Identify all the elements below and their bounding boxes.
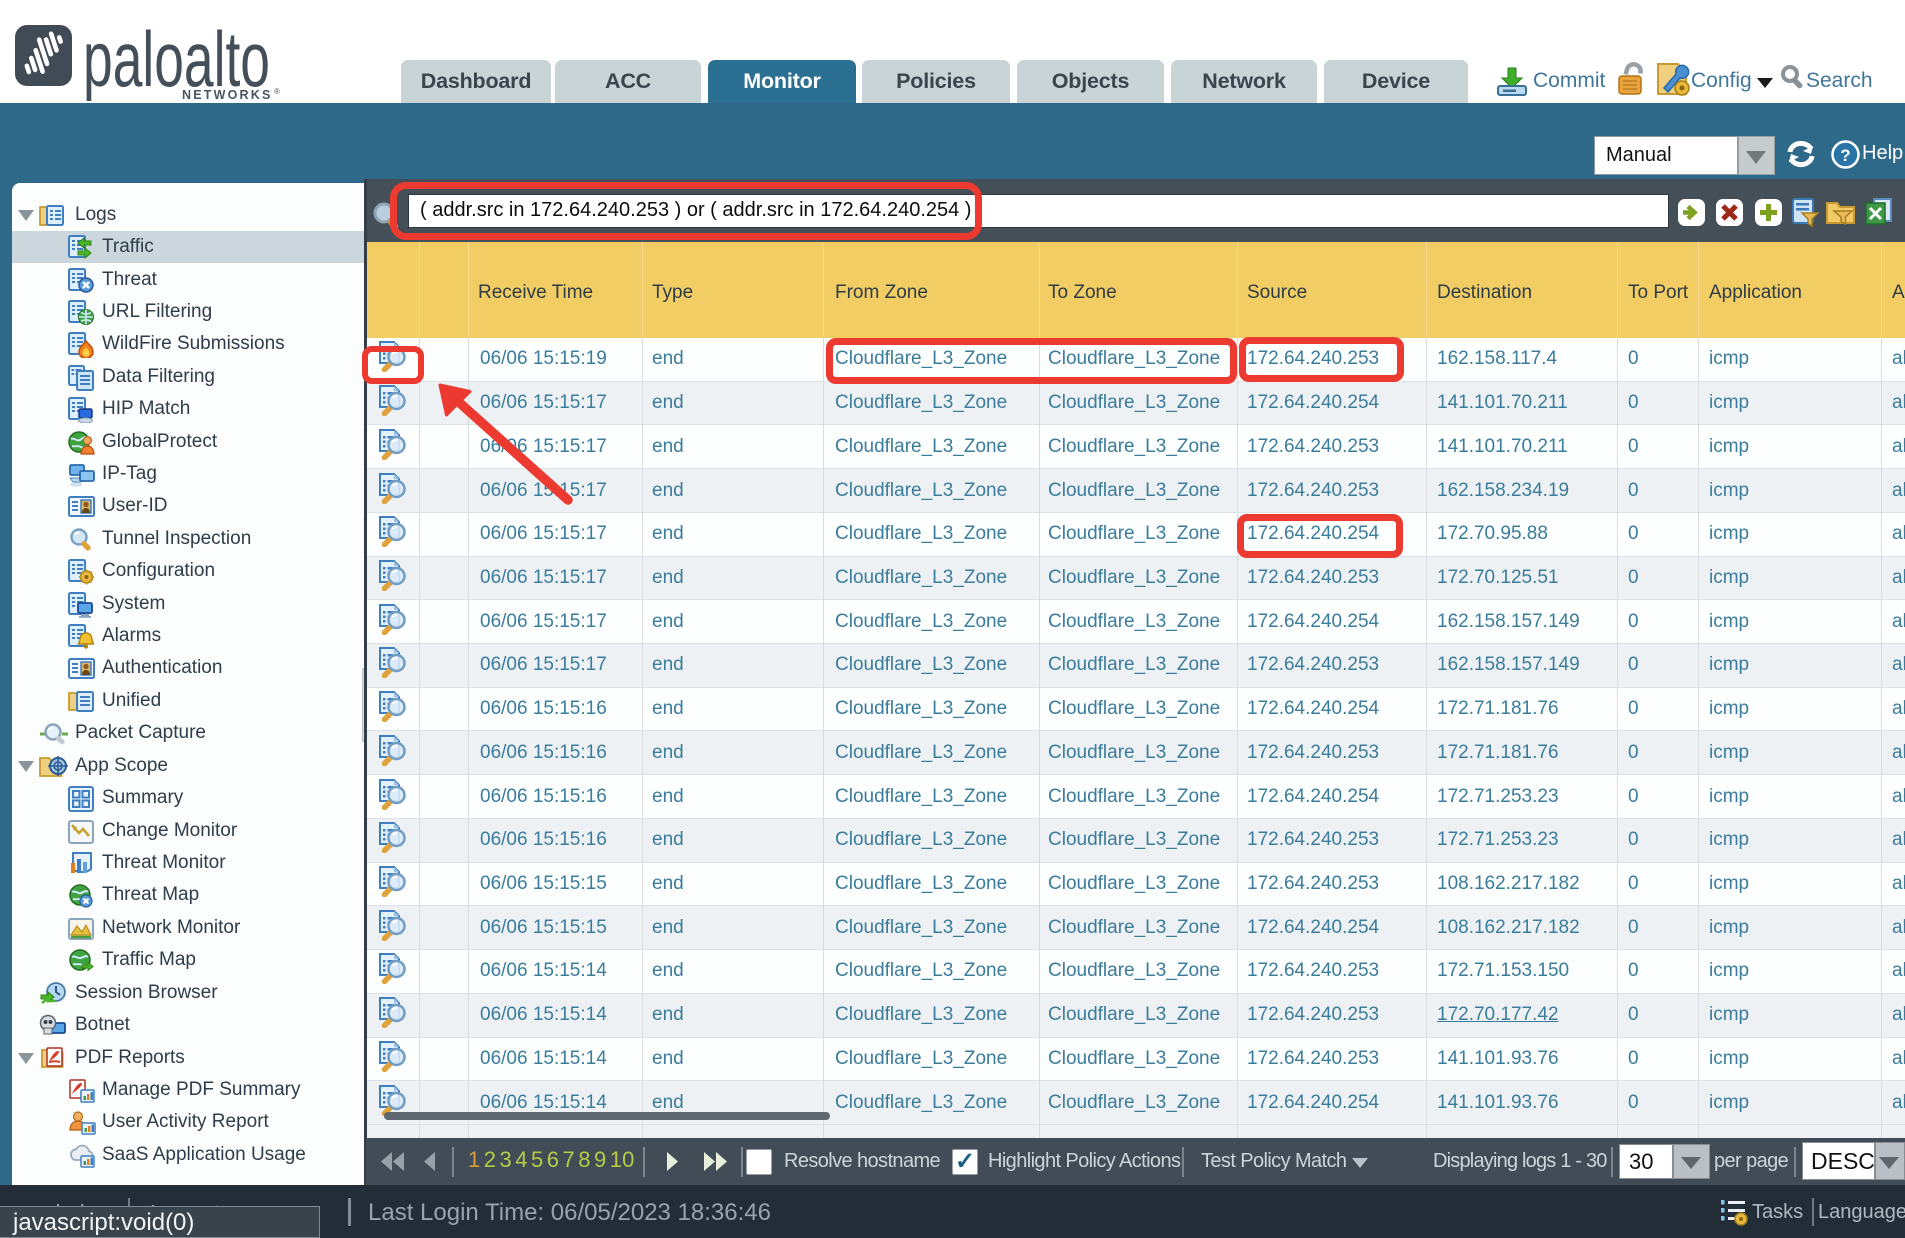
svg-text:NETWORKS: NETWORKS	[182, 88, 273, 101]
svg-text:?: ?	[1840, 146, 1850, 165]
svg-text:®: ®	[274, 87, 280, 96]
